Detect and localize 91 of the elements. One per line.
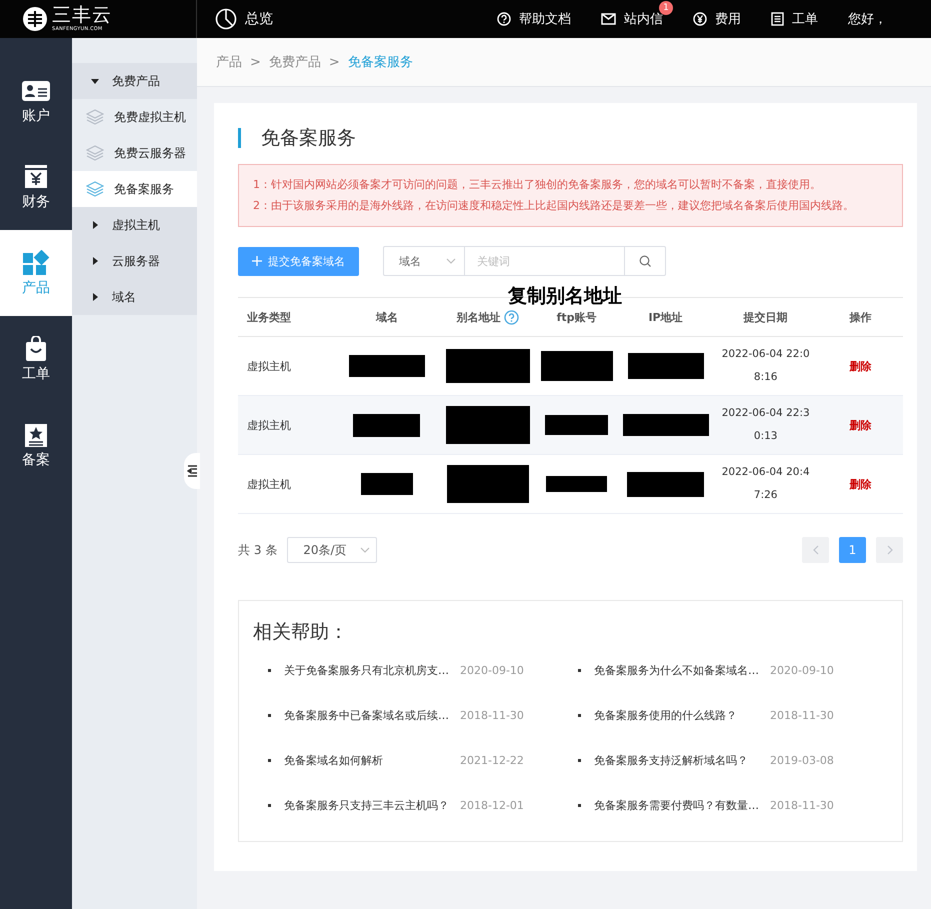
help-link[interactable]: 关于免备案服务只有北京机房支… xyxy=(284,663,450,678)
help-date: 2020-09-10 xyxy=(770,664,834,677)
annotation-text: 复制别名地址 xyxy=(508,284,622,309)
bullet-icon xyxy=(268,714,271,717)
help-link[interactable]: 免备案服务支持泛解析域名吗？ xyxy=(594,753,760,768)
nav-link[interactable]: 费用 xyxy=(693,10,741,28)
chevron-left-icon xyxy=(812,545,818,555)
help-date: 2020-09-10 xyxy=(460,664,524,677)
breadcrumb-current: 免备案服务 xyxy=(348,54,413,71)
bullet-icon xyxy=(268,804,271,807)
delete-link[interactable]: 删除 xyxy=(849,360,872,372)
column-header: 别名地址 xyxy=(456,310,519,324)
chevron-down-icon xyxy=(360,547,370,553)
bullet-icon xyxy=(578,759,581,762)
date-cell-text: 2022-06-04 20:47:26 xyxy=(720,465,811,503)
redaction-block xyxy=(545,415,608,435)
logo-icon xyxy=(22,6,48,32)
overview-link[interactable]: 总览 xyxy=(245,10,273,28)
help-icon xyxy=(497,12,511,26)
help-date: 2019-03-08 xyxy=(770,754,834,767)
help-date: 2018-11-30 xyxy=(770,799,834,812)
chevron-right-icon xyxy=(886,545,892,555)
notice-text: 2：由于该服务采用的是海外线路，在访问速度和稳定性上比起国内线路还是要差一些，建议您把域名备案后使用国内线路。 xyxy=(253,198,855,214)
nav-link[interactable]: 工单 xyxy=(771,10,818,28)
menu-group[interactable]: 云服务器 xyxy=(72,243,197,279)
breadcrumb-separator: > xyxy=(250,54,261,70)
help-link[interactable]: 免备案域名如何解析 xyxy=(284,753,450,768)
help-link[interactable]: 免备案服务使用的什么线路？ xyxy=(594,708,760,723)
search-icon xyxy=(639,255,651,267)
nav-link[interactable]: 帮助文档 xyxy=(497,10,571,28)
table-cell: 虚拟主机 xyxy=(247,418,291,432)
help-link[interactable]: 免备案服务需要付费吗？有数量… xyxy=(594,798,760,813)
rail-item[interactable]: 备案 xyxy=(0,402,72,488)
date-cell-text: 2022-06-04 22:30:13 xyxy=(720,406,811,444)
rail-item[interactable]: 财务 xyxy=(0,144,72,230)
column-header: 域名 xyxy=(376,310,398,324)
delete-link[interactable]: 删除 xyxy=(849,418,872,432)
menu-group[interactable]: 免费产品 xyxy=(72,63,197,99)
column-header: 操作 xyxy=(849,310,872,324)
page-size-select[interactable]: 20条/页 xyxy=(287,537,378,563)
redaction-block xyxy=(546,476,608,492)
help-link[interactable]: 免备案服务中已备案域名或后续… xyxy=(284,708,450,723)
search-button[interactable] xyxy=(624,246,666,276)
bullet-icon xyxy=(268,669,271,672)
layers-icon xyxy=(86,109,104,125)
mail-icon xyxy=(601,13,616,25)
page-title: 免备案服务 xyxy=(238,128,903,148)
help-title: 相关帮助： xyxy=(253,620,349,645)
greeting: 您好， xyxy=(848,11,887,28)
redaction-block xyxy=(353,414,420,436)
logo-name: 三丰云 xyxy=(52,6,112,25)
search-field[interactable]: 关键词 xyxy=(465,246,624,276)
blocks-icon xyxy=(21,250,51,276)
pie-chart-icon xyxy=(215,8,237,30)
bullet-icon xyxy=(578,669,581,672)
unread-badge: 1 xyxy=(659,1,673,15)
collapse-icon xyxy=(187,465,197,477)
notice-text: 1：针对国内网站必须备案才可访问的问题，三丰云推出了独创的免备案服务，您的域名可以暂时不备案，直接使用。 xyxy=(253,177,822,193)
delete-link[interactable]: 删除 xyxy=(849,478,872,490)
help-date: 2018-11-30 xyxy=(460,709,524,722)
help-date: 2021-12-22 xyxy=(460,754,524,767)
layers-icon xyxy=(86,181,104,197)
bullet-icon xyxy=(268,759,271,762)
column-header: 提交日期 xyxy=(744,310,788,324)
chevron-down-icon xyxy=(446,258,456,264)
help-date: 2018-12-01 xyxy=(460,799,524,812)
total-count: 共 3 条 xyxy=(238,542,278,558)
yen-icon xyxy=(693,12,707,26)
table-cell: 虚拟主机 xyxy=(247,478,291,490)
bullet-icon xyxy=(578,804,581,807)
column-header: IP地址 xyxy=(648,310,683,324)
menu-group[interactable]: 域名 xyxy=(72,279,197,315)
help-link[interactable]: 免备案服务只支持三丰云主机吗？ xyxy=(284,798,450,813)
rail-item[interactable]: 账户 xyxy=(0,58,72,144)
plus-icon xyxy=(252,256,262,266)
collapse-handle[interactable] xyxy=(184,453,200,489)
redaction-block xyxy=(360,473,413,495)
date-cell-text: 2022-06-04 22:08:16 xyxy=(720,347,811,385)
column-header: ftp账号 xyxy=(556,310,597,324)
help-link[interactable]: 免备案服务为什么不如备案域名… xyxy=(594,663,760,678)
layers-icon xyxy=(86,145,104,161)
menu-group[interactable]: 虚拟主机 xyxy=(72,207,197,243)
breadcrumb-separator: > xyxy=(328,54,340,70)
bullet-icon xyxy=(578,714,581,717)
search-type-select[interactable]: 域名 xyxy=(383,246,465,276)
help-date: 2018-11-30 xyxy=(770,709,834,722)
rail-item[interactable]: 工单 xyxy=(0,316,72,402)
column-header: 业务类型 xyxy=(247,310,291,324)
menu-item[interactable]: 免备案服务 xyxy=(72,171,197,207)
document-icon xyxy=(771,12,784,26)
table-cell: 虚拟主机 xyxy=(247,360,291,372)
